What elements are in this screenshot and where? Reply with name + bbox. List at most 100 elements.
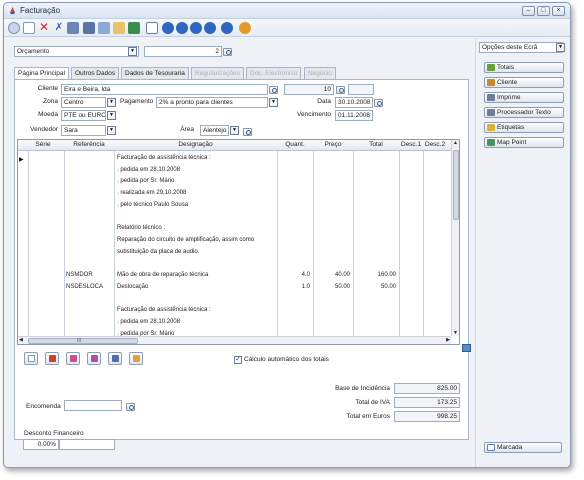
cell-preco[interactable]: 40.00 — [313, 272, 350, 278]
moeda-select[interactable]: PTE ou EURO — [61, 110, 106, 121]
copy-line-button[interactable] — [108, 352, 122, 365]
data-field[interactable]: 30.10.2008 — [335, 97, 373, 108]
col-header-desc2[interactable]: Desc.2 — [423, 141, 447, 148]
cell-designacao[interactable]: . pelo técnico Paulo Sousa — [117, 202, 275, 208]
help-icon[interactable] — [239, 22, 251, 34]
cell-referencia[interactable]: NSDESLOCA — [66, 284, 112, 290]
encomenda-lookup-icon[interactable] — [126, 403, 135, 411]
tab-negocio[interactable]: Negócio — [304, 67, 336, 79]
cell-referencia[interactable]: NSMDOR — [66, 272, 112, 278]
tab-doc-electronico[interactable]: Doc. Electrónico — [246, 67, 302, 79]
tab-regularizacoes[interactable]: Regularizações — [191, 67, 244, 79]
side-button-cliente[interactable]: Cliente — [484, 77, 564, 88]
delete-icon[interactable]: ✕ — [38, 21, 50, 34]
import-line-button[interactable] — [129, 352, 143, 365]
side-button-totais[interactable]: Totais — [484, 62, 564, 73]
vendedor-dropdown-icon[interactable]: ▼ — [107, 126, 116, 135]
folder-icon[interactable] — [113, 22, 125, 34]
area-select[interactable]: Alentejo — [200, 125, 229, 136]
history-icon[interactable] — [98, 22, 110, 34]
moeda-dropdown-icon[interactable]: ▼ — [107, 111, 116, 120]
cell-designacao[interactable]: substituição da placa de audio. — [117, 249, 275, 255]
cliente-number-lookup-icon[interactable] — [336, 86, 345, 94]
cliente-number-field[interactable]: 10 — [284, 84, 334, 95]
maximize-button[interactable]: □ — [537, 6, 550, 16]
grid-horizontal-thumb[interactable]: III — [28, 338, 138, 344]
cell-designacao[interactable]: Mão de obra de reparação técnica — [117, 272, 275, 278]
cell-designacao[interactable]: . pedida em 28.10.2008 — [117, 319, 275, 325]
cell-designacao[interactable]: . pedida em 28.10.2008 — [117, 167, 275, 173]
tab-outros-dados[interactable]: Outros Dados — [71, 67, 120, 79]
delete-line-button[interactable] — [45, 352, 59, 365]
vendedor-select[interactable]: Sara — [61, 125, 106, 136]
minimize-button[interactable]: – — [522, 6, 535, 16]
close-window-button[interactable]: × — [552, 6, 565, 16]
area-dropdown-icon[interactable]: ▼ — [230, 126, 239, 135]
cell-designacao[interactable]: . realizada em 29.10.2008 — [117, 190, 275, 196]
vencimento-field[interactable]: 01.11.2008 — [335, 110, 373, 121]
options-select[interactable]: Opções deste Ecrã — [479, 42, 563, 53]
cell-designacao[interactable]: Reparação do circuito de amplificação, a… — [117, 237, 275, 243]
side-button-processador-texto[interactable]: Processador Texto — [484, 107, 564, 118]
col-header-referencia[interactable]: Referência — [64, 141, 114, 148]
col-header-serie[interactable]: Série — [28, 141, 58, 148]
cliente-extra-field[interactable] — [348, 84, 374, 95]
cell-quant[interactable]: 4.0 — [277, 272, 310, 278]
add-line-button[interactable] — [24, 352, 38, 365]
cell-preco[interactable]: 50.00 — [313, 284, 350, 290]
excel-icon[interactable] — [128, 22, 140, 34]
scroll-right-icon[interactable]: ▶ — [446, 337, 450, 343]
encomenda-field[interactable] — [64, 400, 122, 411]
last-record-icon[interactable] — [204, 22, 216, 34]
cell-designacao[interactable]: Facturação de assistência técnica : — [117, 307, 275, 313]
grid-corner-button[interactable] — [462, 344, 471, 352]
doc-number-field[interactable]: 2 — [144, 46, 222, 57]
app-menu-icon[interactable] — [8, 22, 20, 34]
desconto-field[interactable]: 0.00% — [23, 439, 59, 450]
preview-icon[interactable] — [146, 22, 158, 34]
data-calendar-icon[interactable] — [374, 99, 383, 107]
grid-horizontal-scrollbar[interactable]: ◀ III ▶ — [18, 336, 451, 344]
zona-dropdown-icon[interactable]: ▼ — [107, 98, 116, 107]
marcada-button[interactable]: Marcada — [484, 442, 562, 453]
cell-designacao[interactable]: Relatório técnico : — [117, 225, 275, 231]
auto-calc-checkbox[interactable]: ✓ — [234, 356, 242, 364]
next-record-icon[interactable] — [190, 22, 202, 34]
desconto-extra-field[interactable] — [59, 439, 115, 450]
new-document-icon[interactable] — [23, 22, 35, 34]
grid-icon[interactable] — [83, 22, 95, 34]
doc-number-lookup-icon[interactable] — [223, 48, 232, 56]
cell-total[interactable]: 50.00 — [353, 284, 396, 290]
doc-type-select[interactable]: Orçamento — [14, 46, 139, 57]
col-header-total[interactable]: Total — [353, 141, 399, 148]
refresh-icon[interactable] — [221, 22, 233, 34]
col-header-designacao[interactable]: Designação — [114, 141, 277, 148]
first-record-icon[interactable] — [162, 22, 174, 34]
cliente-field[interactable]: Eira e Beira, lda — [61, 84, 268, 95]
grid-vertical-scrollbar[interactable]: ▲ ▼ — [451, 140, 459, 336]
scroll-down-icon[interactable]: ▼ — [453, 330, 458, 336]
erase-line-button[interactable] — [66, 352, 80, 365]
cell-designacao[interactable]: Deslocação — [117, 284, 275, 290]
cliente-lookup-icon[interactable] — [269, 86, 278, 94]
col-header-desc1[interactable]: Desc.1 — [399, 141, 423, 148]
cell-designacao[interactable]: Facturação de assistência técnica : — [117, 155, 275, 161]
scroll-left-icon[interactable]: ◀ — [19, 337, 23, 343]
cell-total[interactable]: 160.00 — [353, 272, 396, 278]
options-dropdown-icon[interactable]: ▼ — [556, 43, 565, 52]
pagamento-dropdown-icon[interactable]: ▼ — [269, 98, 278, 107]
cell-quant[interactable]: 1.0 — [277, 284, 310, 290]
side-button-map-point[interactable]: Map Point — [484, 137, 564, 148]
col-header-preco[interactable]: Preço — [313, 141, 353, 148]
items-grid[interactable]: Série Referência Designação Quant. Preço… — [17, 139, 460, 345]
grid-vertical-thumb[interactable] — [453, 150, 459, 220]
zona-select[interactable]: Centro — [61, 97, 106, 108]
pagamento-select[interactable]: 2% a pronto para clientes — [156, 97, 268, 108]
cell-designacao[interactable]: . pedida por Sr. Mário — [117, 178, 275, 184]
tab-dados-tesouraria[interactable]: Dados de Tesouraria — [121, 67, 189, 79]
copy-icon[interactable] — [67, 22, 79, 34]
insert-line-button[interactable] — [87, 352, 101, 365]
col-header-quant[interactable]: Quant. — [277, 141, 313, 148]
area-lookup-icon[interactable] — [243, 128, 252, 136]
side-button-etiquetas[interactable]: Etiquetas — [484, 122, 564, 133]
